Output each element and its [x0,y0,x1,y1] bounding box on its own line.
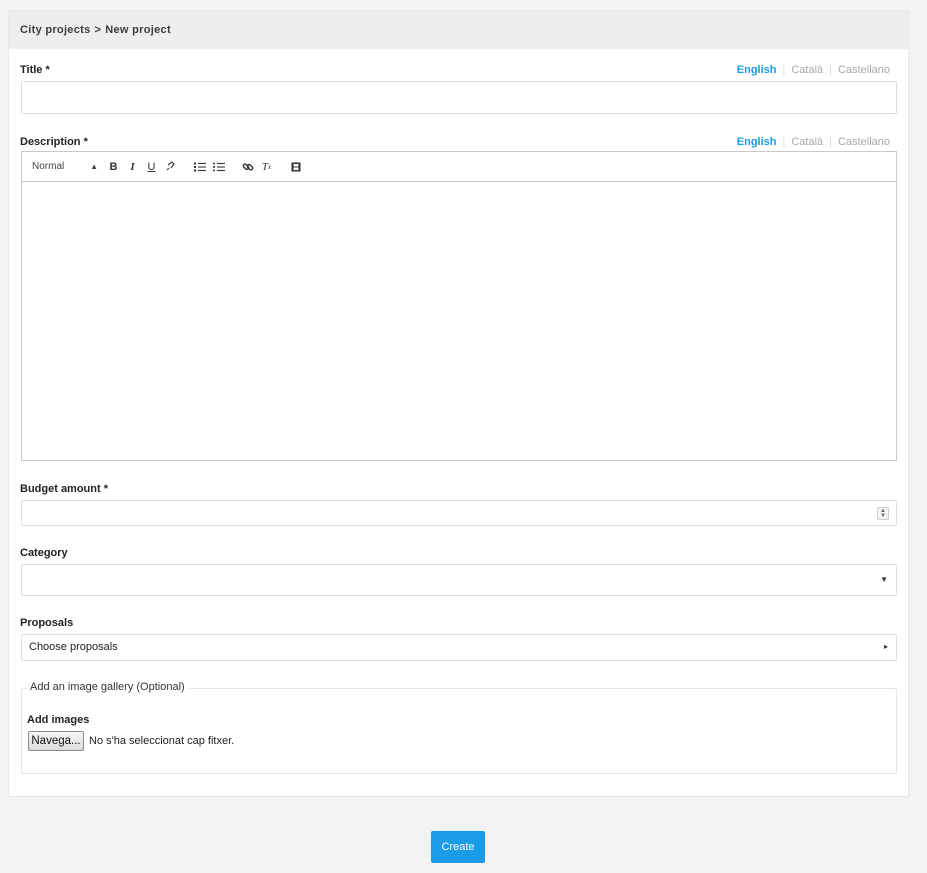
clear-format-icon[interactable]: Tx [257,158,276,176]
tab-castellano[interactable]: Castellano [838,64,890,76]
proposals-select[interactable]: Choose proposals ▸ [21,634,897,661]
breadcrumb-current: New project [105,24,171,36]
video-icon[interactable] [286,158,305,176]
category-label: Category [20,547,68,559]
description-label: Description * [20,136,88,148]
file-status: No s'ha seleccionat cap fitxer. [89,735,235,747]
description-textarea[interactable] [22,182,896,460]
create-button[interactable]: Create [431,831,485,863]
format-select-value: Normal [32,161,65,172]
budget-input[interactable]: ▲ ▼ [21,500,897,526]
italic-icon[interactable]: I [123,158,142,176]
tab-catala[interactable]: Català [791,64,823,76]
editor-toolbar: Normal ▲ B I U Tx [22,152,896,182]
number-spinner-icon[interactable]: ▲ ▼ [877,507,889,520]
form-card: City projects > New project Title * Engl… [8,10,909,797]
chevron-down-icon: ▼ [880,575,888,584]
updown-caret-icon: ▲ [90,162,98,171]
breadcrumb-separator: > [94,24,102,36]
description-language-tabs: English | Català | Castellano [736,136,890,148]
title-input[interactable] [21,81,897,114]
link-break-icon[interactable] [161,158,180,176]
title-label: Title * [20,64,50,76]
image-gallery-fieldset: Add an image gallery (Optional) Add imag… [21,681,897,774]
format-select[interactable]: Normal ▲ [32,161,104,172]
proposals-label: Proposals [20,617,74,629]
tab-english[interactable]: English [737,136,777,148]
breadcrumb: City projects > New project [9,11,908,49]
tab-english[interactable]: English [737,64,777,76]
browse-button[interactable]: Navega... [28,731,84,751]
category-select[interactable]: ▼ [21,564,897,596]
proposals-placeholder: Choose proposals [29,641,118,653]
add-images-label: Add images [27,714,90,726]
bold-icon[interactable]: B [104,158,123,176]
breadcrumb-parent[interactable]: City projects [20,24,91,36]
link-icon[interactable] [238,158,257,176]
gallery-legend: Add an image gallery (Optional) [27,681,188,693]
tab-catala[interactable]: Català [791,136,823,148]
description-editor: Normal ▲ B I U Tx [21,151,897,461]
bullet-list-icon[interactable] [209,158,228,176]
tab-castellano[interactable]: Castellano [838,136,890,148]
budget-label: Budget amount * [20,483,108,495]
title-language-tabs: English | Català | Castellano [736,64,890,76]
underline-icon[interactable]: U [142,158,161,176]
ordered-list-icon[interactable] [190,158,209,176]
chevron-right-icon: ▸ [883,642,888,651]
